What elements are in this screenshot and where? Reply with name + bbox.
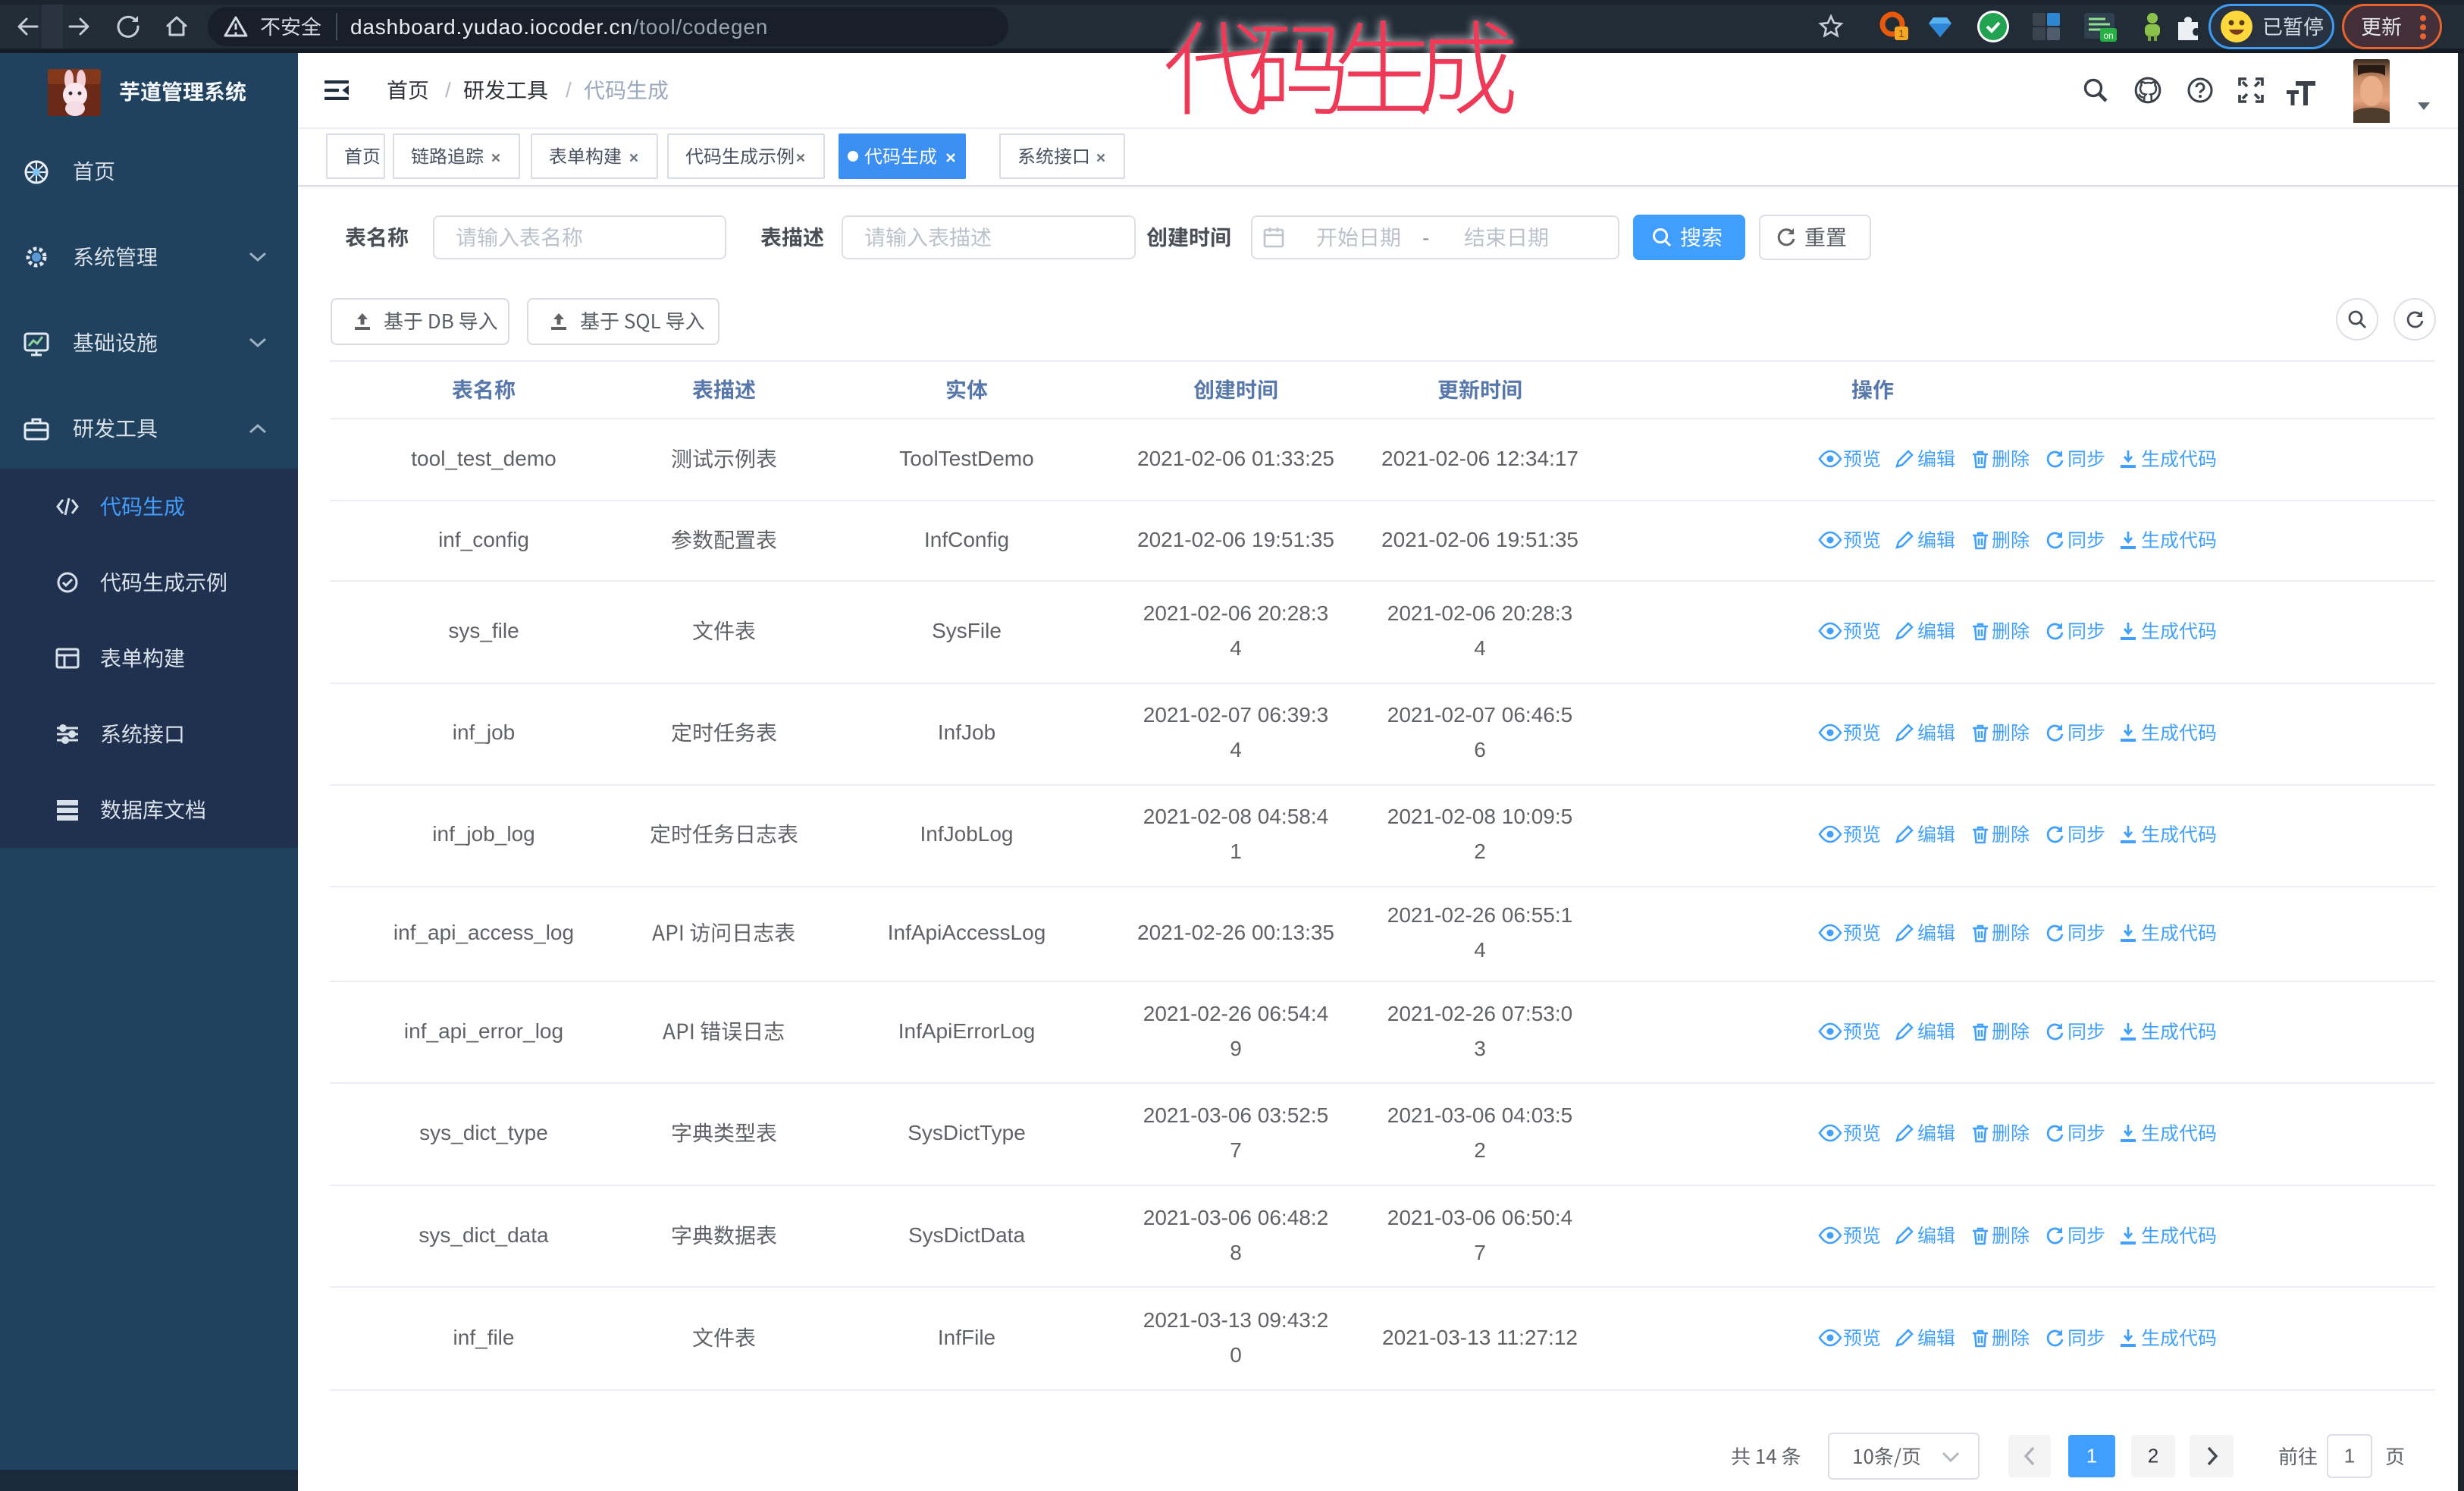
svg-text:on: on <box>2103 30 2113 41</box>
svg-text:1: 1 <box>1898 27 1904 39</box>
